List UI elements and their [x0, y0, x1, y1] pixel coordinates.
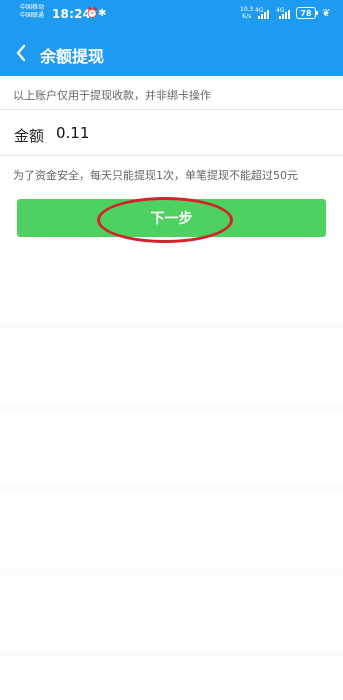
- withdraw-notice: 为了资金安全，每天只能提现1次，单笔提现不能超过50元: [13, 169, 298, 182]
- carrier-1: 中国移动: [20, 4, 45, 11]
- alarm-icon: ⏰: [86, 8, 99, 19]
- battery-icon: 78: [296, 7, 318, 19]
- carrier-2: 中国联通: [20, 12, 45, 19]
- back-button[interactable]: [8, 39, 34, 67]
- next-step-label: 下一步: [150, 211, 193, 227]
- signal-1-icon: [258, 9, 272, 19]
- speed-unit: K/s: [242, 13, 252, 20]
- page-title: 余额提现: [40, 47, 105, 66]
- background-area: [0, 250, 343, 700]
- amount-label: 金额: [14, 127, 45, 145]
- network-speed: 10.3 K/s: [240, 6, 253, 20]
- info-row: 以上账户仅用于提现收款，并非绑卡操作: [0, 76, 343, 110]
- next-step-button[interactable]: 下一步: [17, 199, 326, 237]
- title-bar: 余额提现: [0, 30, 343, 76]
- amount-input[interactable]: [56, 122, 326, 144]
- amount-row: 金额: [0, 110, 343, 156]
- speed-value: 10.3: [240, 6, 254, 13]
- signal-2-icon: [279, 9, 293, 19]
- chevron-left-icon: [16, 44, 26, 62]
- status-bar: 中国移动 中国联通 18:24 ⏰ ✱ 10.3 K/s 4G 4G 78 ❦: [0, 0, 343, 30]
- carrier-info: 中国移动 中国联通: [20, 4, 44, 20]
- account-info-text: 以上账户仅用于提现收款，并非绑卡操作: [13, 89, 211, 102]
- bluetooth-icon: ✱: [98, 8, 107, 19]
- leaf-icon: ❦: [322, 8, 331, 19]
